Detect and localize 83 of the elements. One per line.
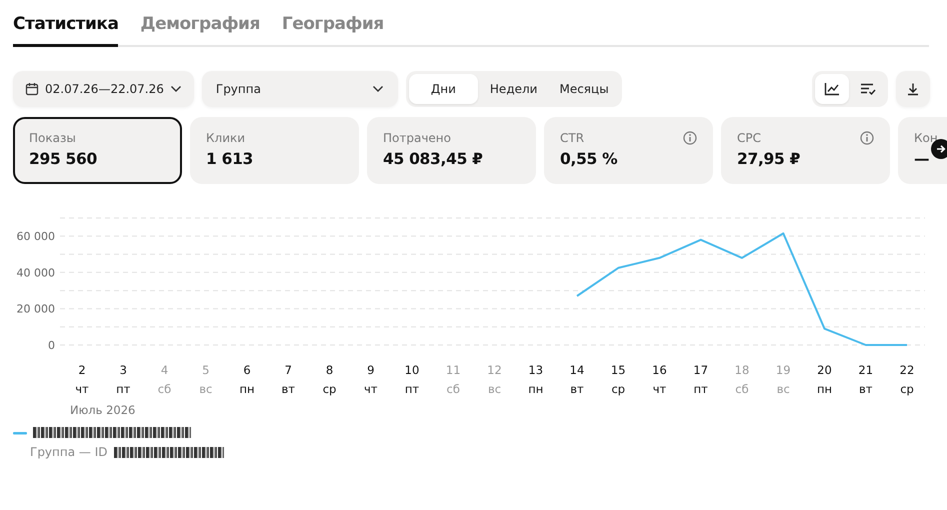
x-axis-weekday: вт — [570, 382, 584, 396]
metric-value: 27,95 ₽ — [737, 150, 802, 168]
metric-card[interactable]: Потрачено 45 083,45 ₽ — [367, 117, 536, 184]
x-axis-weekday: сб — [158, 382, 172, 396]
metric-card[interactable]: Кон — — [898, 117, 947, 184]
x-axis-day: 5 — [202, 363, 210, 377]
download-button[interactable] — [896, 71, 930, 107]
x-axis-weekday: пн — [239, 382, 255, 396]
metric-label: CTR — [560, 131, 584, 145]
x-axis-weekday: пн — [528, 382, 544, 396]
x-axis-weekday: пн — [816, 382, 832, 396]
metric-value: — — [914, 150, 930, 168]
y-axis-label: 60 000 — [16, 230, 55, 244]
y-axis-label: 0 — [48, 339, 55, 352]
x-axis-weekday: ср — [322, 382, 336, 396]
x-axis-weekday: сб — [446, 382, 460, 396]
tab[interactable]: География — [282, 14, 384, 47]
x-axis-day: 19 — [776, 363, 791, 377]
legend-subtitle: Группа — ID — [30, 445, 108, 459]
x-axis-day: 17 — [693, 363, 708, 377]
x-axis-day: 20 — [817, 363, 832, 377]
x-axis-weekday: вс — [488, 382, 502, 396]
line-chart-icon — [824, 82, 840, 96]
metric-label: CPC — [737, 131, 761, 145]
x-axis-weekday: чт — [75, 382, 89, 396]
x-axis-day: 8 — [326, 363, 334, 377]
x-axis-weekday: ср — [611, 382, 626, 396]
chevron-down-icon — [372, 85, 384, 93]
chevron-down-icon — [170, 85, 182, 93]
metric-card[interactable]: Клики 1 613 — [190, 117, 359, 184]
x-axis-day: 16 — [652, 363, 667, 377]
metric-value: 45 083,45 ₽ — [383, 150, 484, 168]
metric-label: Показы — [29, 131, 76, 145]
x-axis-day: 2 — [78, 363, 86, 377]
metric-value: 0,55 % — [560, 150, 618, 168]
x-axis-weekday: пт — [116, 382, 130, 396]
x-axis-day: 21 — [858, 363, 874, 377]
x-axis-day: 15 — [610, 363, 626, 377]
metric-card[interactable]: CTR 0,55 % — [544, 117, 713, 184]
x-axis-day: 22 — [900, 363, 914, 377]
x-axis-weekday: пт — [694, 382, 708, 396]
date-range-picker[interactable]: 02.07.26—22.07.26 — [13, 71, 194, 107]
x-axis-weekday: сб — [735, 382, 749, 396]
tab[interactable]: Демография — [140, 14, 260, 47]
chart-view-button[interactable] — [815, 74, 849, 104]
x-axis-day: 18 — [734, 363, 750, 377]
y-axis-label: 20 000 — [16, 302, 55, 316]
arrow-right-icon — [936, 144, 946, 154]
x-axis-day: 13 — [528, 363, 544, 377]
metric-value: 1 613 — [206, 150, 254, 168]
y-axis-label: 40 000 — [16, 266, 55, 280]
list-check-icon — [860, 82, 876, 96]
x-axis-day: 11 — [446, 363, 461, 377]
x-axis-weekday: вт — [859, 382, 872, 396]
grouping-dropdown[interactable]: Группа — [202, 71, 398, 107]
x-axis-weekday: пт — [404, 382, 420, 396]
metric-card[interactable]: CPC 27,95 ₽ — [721, 117, 890, 184]
download-icon — [906, 82, 920, 96]
metric-value: 295 560 — [29, 150, 98, 168]
x-axis-weekday: вс — [199, 382, 212, 396]
tab[interactable]: Статистика — [13, 14, 118, 47]
x-axis-day: 7 — [284, 363, 292, 377]
x-axis-day: 4 — [160, 363, 168, 377]
x-axis-day: 10 — [404, 363, 420, 377]
calendar-icon — [25, 82, 39, 96]
x-axis-day: 9 — [367, 363, 374, 377]
metric-label: Потрачено — [383, 131, 451, 145]
x-axis-weekday: чт — [364, 382, 378, 396]
x-axis-weekday: вс — [776, 382, 790, 396]
x-axis-day: 3 — [120, 363, 127, 377]
x-axis-day: 12 — [487, 363, 502, 377]
metric-label: Кон — [914, 131, 938, 145]
x-axis-weekday: чт — [652, 382, 666, 396]
x-axis-weekday: вт — [282, 382, 295, 396]
x-axis-day: 14 — [570, 363, 584, 377]
period-option[interactable]: Месяцы — [549, 74, 619, 104]
x-axis-day: 6 — [243, 363, 251, 377]
month-label: Июль 2026 — [70, 403, 136, 415]
x-axis-weekday: ср — [900, 382, 914, 396]
period-option[interactable]: Дни — [408, 74, 478, 104]
period-option[interactable]: Недели — [480, 74, 548, 104]
metric-card[interactable]: Показы 295 560 — [13, 117, 182, 184]
metric-label: Клики — [206, 131, 246, 145]
